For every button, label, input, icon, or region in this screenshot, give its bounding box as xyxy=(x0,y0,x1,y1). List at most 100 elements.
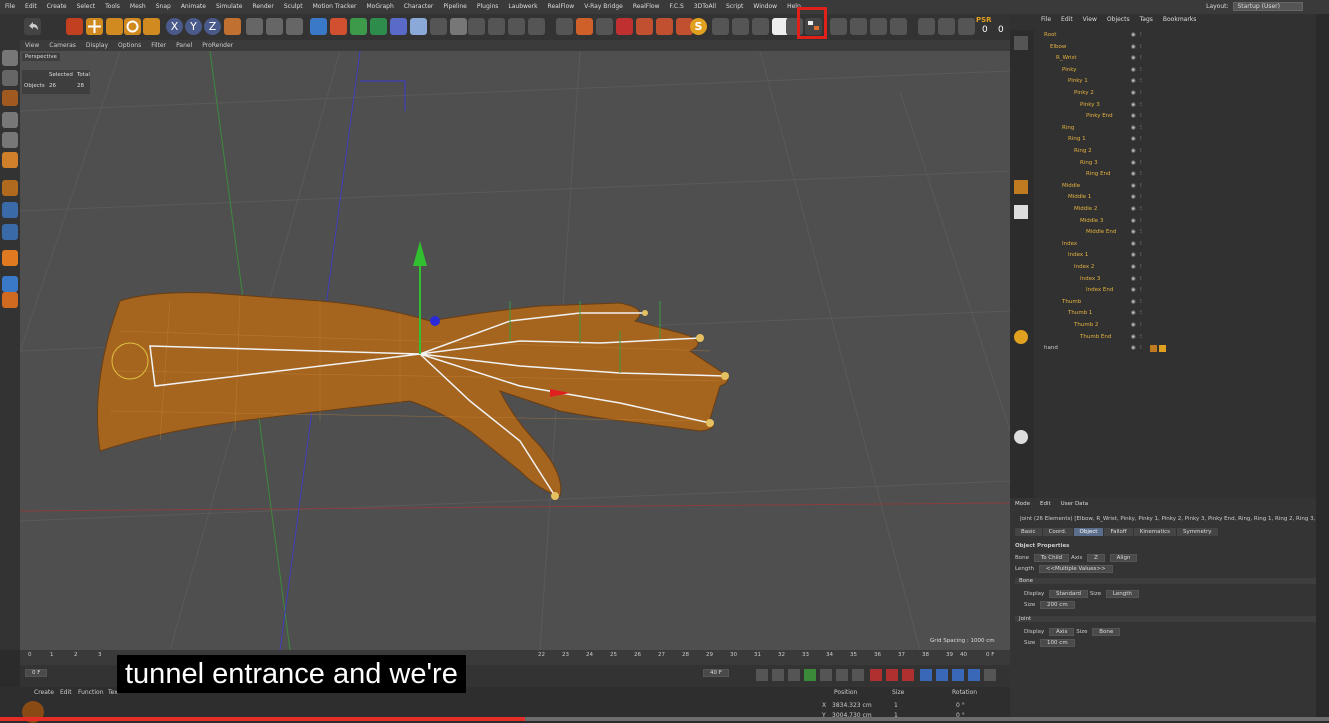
menu-item-20[interactable]: F.C.S xyxy=(664,0,688,14)
menu-item-17[interactable]: RealFlow xyxy=(543,0,580,14)
visibility-icon[interactable]: ◉ xyxy=(1131,158,1136,169)
object-row[interactable]: Pinky ◉ ⁝ xyxy=(1036,65,1316,76)
magnet-icon[interactable] xyxy=(616,18,633,35)
record-icon[interactable] xyxy=(870,669,882,681)
tool-icon-11[interactable] xyxy=(890,18,907,35)
object-name[interactable]: Middle End xyxy=(1086,227,1116,238)
layout-selector[interactable]: Layout: Startup (User) xyxy=(1206,2,1303,11)
object-name[interactable]: Thumb End xyxy=(1080,332,1111,343)
grid-icon[interactable] xyxy=(2,276,18,292)
render-toggle-icon[interactable]: ⁝ xyxy=(1140,343,1142,354)
object-row[interactable]: Ring 2 ◉ ⁝ xyxy=(1036,146,1316,157)
attribute-tab-3[interactable]: Falloff xyxy=(1104,528,1133,536)
object-name[interactable]: Index xyxy=(1062,239,1077,250)
menu-item-0[interactable]: File xyxy=(0,0,20,14)
camera-icon[interactable] xyxy=(430,18,447,35)
points-mode-icon[interactable] xyxy=(2,112,18,128)
character-icon[interactable] xyxy=(636,18,653,35)
menu-item-18[interactable]: V-Ray Bridge xyxy=(579,0,628,14)
coord-x-position[interactable]: 3834.323 cm xyxy=(832,702,872,709)
object-row[interactable]: Index 2 ◉ ⁝ xyxy=(1036,262,1316,273)
texture-tag-icon[interactable] xyxy=(1150,345,1157,352)
tool-icon-10[interactable] xyxy=(870,18,887,35)
render-toggle-icon[interactable]: ⁝ xyxy=(1140,285,1142,296)
object-row[interactable]: Root ◉ ⁝ xyxy=(1036,30,1316,41)
joint-section-header[interactable]: Joint xyxy=(1015,616,1323,622)
axis-mode-icon[interactable] xyxy=(2,180,18,196)
go-to-end-icon[interactable] xyxy=(852,669,864,681)
object-row[interactable]: Thumb 1 ◉ ⁝ xyxy=(1036,308,1316,319)
video-progress-bar[interactable] xyxy=(0,717,1329,721)
object-row[interactable]: Ring 1 ◉ ⁝ xyxy=(1036,134,1316,145)
visibility-icon[interactable]: ◉ xyxy=(1131,181,1136,192)
move-tool-icon[interactable] xyxy=(86,18,103,35)
object-name[interactable]: Index 1 xyxy=(1068,250,1088,261)
joint-size-dropdown[interactable]: Bone xyxy=(1092,628,1121,636)
texture-mode-icon[interactable] xyxy=(2,70,18,86)
attribute-menu-item-2[interactable]: User Data xyxy=(1056,498,1093,510)
visibility-icon[interactable]: ◉ xyxy=(1131,239,1136,250)
render-picture-viewer-icon[interactable] xyxy=(266,18,283,35)
workplane-icon[interactable] xyxy=(2,90,18,106)
menu-item-12[interactable]: MoGraph xyxy=(362,0,399,14)
render-toggle-icon[interactable]: ⁝ xyxy=(1140,250,1142,261)
object-menu-item-0[interactable]: File xyxy=(1036,16,1056,23)
side-tool-icon-1[interactable] xyxy=(1014,36,1028,50)
object-row[interactable]: Thumb 2 ◉ ⁝ xyxy=(1036,320,1316,331)
object-name[interactable]: hand xyxy=(1044,343,1058,354)
joint-tool-icon[interactable] xyxy=(805,18,822,35)
make-editable-icon[interactable] xyxy=(2,50,18,66)
autokey-icon[interactable] xyxy=(886,669,898,681)
attribute-tab-4[interactable]: Kinematics xyxy=(1133,528,1177,536)
object-name[interactable]: Ring 1 xyxy=(1068,134,1086,145)
object-menu-item-2[interactable]: View xyxy=(1078,16,1102,23)
object-name[interactable]: Thumb 1 xyxy=(1068,308,1092,319)
visibility-icon[interactable]: ◉ xyxy=(1131,123,1136,134)
object-name[interactable]: Pinky 1 xyxy=(1068,76,1088,87)
menu-item-8[interactable]: Simulate xyxy=(211,0,248,14)
previous-frame-icon[interactable] xyxy=(788,669,800,681)
object-name[interactable]: Middle xyxy=(1062,181,1080,192)
side-tool-icon-2[interactable] xyxy=(1014,180,1028,194)
snap-icon[interactable] xyxy=(2,224,18,240)
object-name[interactable]: Thumb 2 xyxy=(1074,320,1098,331)
bone-size2-field[interactable]: 200 cm xyxy=(1040,601,1075,609)
visibility-icon[interactable]: ◉ xyxy=(1131,100,1136,111)
menu-item-22[interactable]: Script xyxy=(721,0,748,14)
object-menu-item-4[interactable]: Tags xyxy=(1135,16,1158,23)
s-plugin-icon[interactable]: S xyxy=(690,18,707,35)
bone-size-dropdown[interactable]: Length xyxy=(1105,590,1139,598)
object-row[interactable]: Middle End ◉ ⁝ xyxy=(1036,227,1316,238)
menu-item-15[interactable]: Plugins xyxy=(472,0,504,14)
pen-icon[interactable] xyxy=(330,18,347,35)
go-to-start-icon[interactable] xyxy=(756,669,768,681)
object-name[interactable]: Index 2 xyxy=(1074,262,1094,273)
menu-item-21[interactable]: 3DToAll xyxy=(689,0,721,14)
start-frame-field[interactable]: 0 F xyxy=(25,669,48,677)
render-toggle-icon[interactable]: ⁝ xyxy=(1140,158,1142,169)
coord-system-icon[interactable] xyxy=(224,18,241,35)
object-name[interactable]: Middle 2 xyxy=(1074,204,1097,215)
visibility-icon[interactable]: ◉ xyxy=(1131,274,1136,285)
viewport-menu-item-1[interactable]: Cameras xyxy=(44,40,81,51)
gear-icon[interactable] xyxy=(712,18,729,35)
attribute-tab-2[interactable]: Object xyxy=(1073,528,1104,536)
visibility-icon[interactable]: ◉ xyxy=(1131,250,1136,261)
tool-icon-4[interactable] xyxy=(528,18,545,35)
object-row[interactable]: Pinky 3 ◉ ⁝ xyxy=(1036,100,1316,111)
tool-icon-12[interactable] xyxy=(918,18,935,35)
viewport-menu-item-2[interactable]: Display xyxy=(81,40,113,51)
object-menu-item-5[interactable]: Bookmarks xyxy=(1158,16,1202,23)
visibility-icon[interactable]: ◉ xyxy=(1131,285,1136,296)
render-toggle-icon[interactable]: ⁝ xyxy=(1140,30,1142,41)
menu-item-23[interactable]: Window xyxy=(748,0,782,14)
object-row[interactable]: Middle 2 ◉ ⁝ xyxy=(1036,204,1316,215)
object-row[interactable]: Index ◉ ⁝ xyxy=(1036,239,1316,250)
object-name[interactable]: Index 3 xyxy=(1080,274,1100,285)
side-tool-icon-4[interactable] xyxy=(1014,330,1028,344)
render-toggle-icon[interactable]: ⁝ xyxy=(1140,181,1142,192)
solo-icon[interactable] xyxy=(2,292,18,308)
next-key-icon[interactable] xyxy=(836,669,848,681)
camera-label[interactable]: Perspective xyxy=(22,53,60,61)
viewport-menu-item-3[interactable]: Options xyxy=(113,40,146,51)
